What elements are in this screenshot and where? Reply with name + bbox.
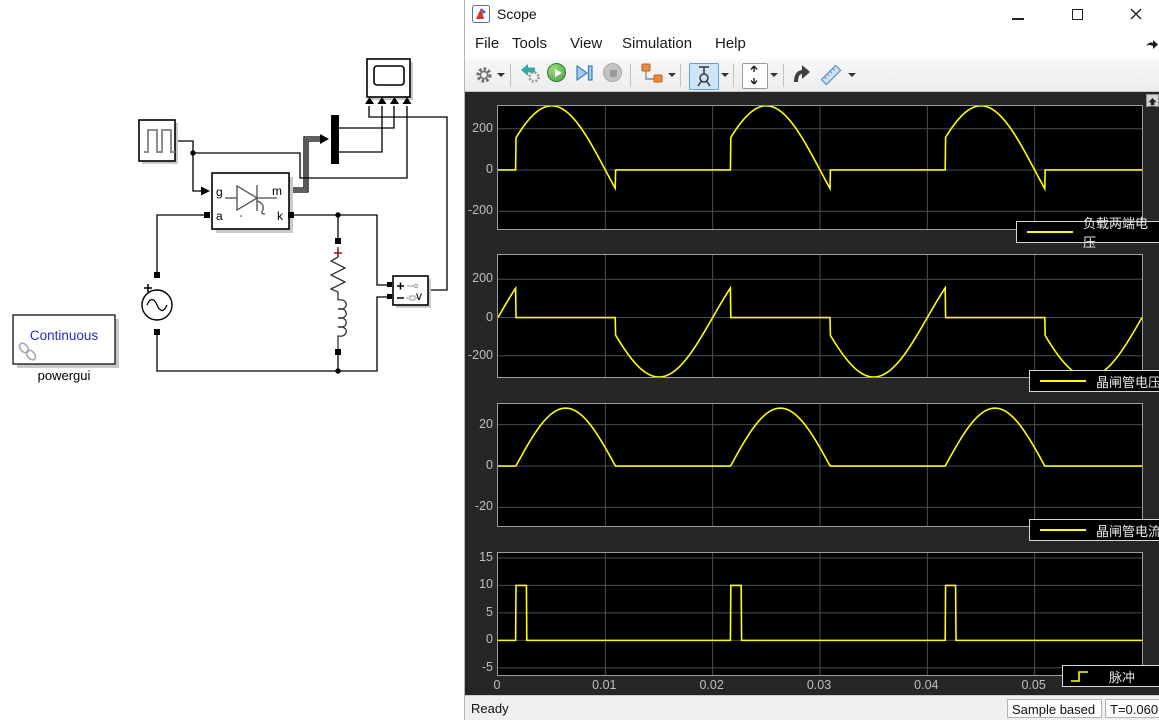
- demux-input-arrow: [320, 134, 329, 144]
- menu-bar: File Tools View Simulation Help: [465, 28, 1159, 59]
- legend-3[interactable]: 晶闸管电流: [1029, 519, 1159, 541]
- menu-help[interactable]: Help: [715, 35, 746, 52]
- legend-text: 晶闸管电流: [1096, 521, 1159, 540]
- thyristor-block[interactable]: g m a k: [204, 173, 294, 233]
- trigger-dropdown-caret[interactable]: [721, 73, 729, 77]
- scope-plot-2[interactable]: [497, 254, 1143, 378]
- scope-plot-4[interactable]: [497, 552, 1143, 676]
- pulse-generator-block[interactable]: [139, 120, 178, 164]
- ac-voltage-source-block[interactable]: [142, 272, 172, 335]
- sim-time-box: T=0.060: [1105, 699, 1159, 718]
- signal-topology-icon[interactable]: [640, 63, 664, 85]
- y-tick-label: 0: [465, 458, 493, 472]
- scale-y-axis-button[interactable]: [742, 63, 768, 89]
- demux-block[interactable]: [331, 115, 339, 164]
- series-rlc-branch-block[interactable]: [331, 238, 346, 355]
- legend-2[interactable]: 晶闸管电压: [1029, 370, 1159, 392]
- measurements-dropdown-caret[interactable]: [848, 73, 856, 77]
- expand-panel-button[interactable]: [1146, 94, 1159, 107]
- y-tick-label: 15: [465, 550, 493, 564]
- x-tick-label: 0.04: [904, 678, 948, 692]
- svg-text:m: m: [272, 184, 282, 198]
- scope-display-area[interactable]: 2000-200负载两端电压2000-200晶闸管电压200-20晶闸管电流15…: [465, 92, 1159, 695]
- legend-line-sample: [1040, 529, 1086, 531]
- y-tick-label: -20: [465, 499, 493, 513]
- settings-dropdown-caret[interactable]: [497, 73, 505, 77]
- stop-button-disabled[interactable]: [603, 63, 622, 82]
- scope-plot-1[interactable]: [497, 105, 1143, 230]
- step-forward-button[interactable]: [576, 63, 594, 83]
- scope-plot-3[interactable]: [497, 403, 1143, 527]
- close-button[interactable]: [1128, 6, 1144, 22]
- sample-mode-box: Sample based: [1007, 699, 1102, 718]
- legend-step-sample: [1069, 670, 1095, 683]
- y-tick-label: -5: [465, 660, 493, 674]
- x-tick-label: 0: [475, 678, 519, 692]
- status-text: Ready: [471, 701, 509, 716]
- y-tick-label: 200: [465, 121, 493, 135]
- toolbar: [465, 59, 1159, 92]
- voltage-measurement-block[interactable]: v: [387, 276, 431, 308]
- svg-text:v: v: [416, 289, 422, 303]
- minimize-button[interactable]: [1010, 6, 1026, 22]
- resistor-symbol: [331, 247, 345, 300]
- legend-text: 晶闸管电压: [1096, 372, 1159, 391]
- x-tick-label: 0.02: [690, 678, 734, 692]
- y-tick-label: 0: [465, 632, 493, 646]
- menu-simulation[interactable]: Simulation: [622, 35, 692, 52]
- svg-text:g: g: [216, 185, 223, 199]
- run-button[interactable]: [547, 63, 566, 82]
- y-tick-label: 10: [465, 577, 493, 591]
- powergui-block[interactable]: Continuous powergui: [13, 315, 119, 383]
- x-tick-label: 0.03: [797, 678, 841, 692]
- y-tick-label: -200: [465, 203, 493, 217]
- trigger-icon: [691, 65, 717, 88]
- legend-1[interactable]: 负载两端电压: [1016, 221, 1159, 243]
- y-tick-label: 0: [465, 162, 493, 176]
- scale-dropdown-caret[interactable]: [770, 73, 778, 77]
- legend-line-sample: [1027, 231, 1073, 233]
- x-tick-label: 0.01: [582, 678, 626, 692]
- trace-signal-arrow-icon[interactable]: [791, 63, 813, 85]
- svg-text:k: k: [277, 209, 284, 223]
- scope-app-icon: [472, 5, 490, 23]
- block-name-label: powergui: [38, 368, 91, 383]
- topology-dropdown-caret[interactable]: [668, 73, 676, 77]
- menu-file[interactable]: File: [475, 35, 499, 52]
- window-title: Scope: [497, 6, 537, 22]
- legend-line-sample: [1040, 380, 1086, 382]
- y-tick-label: 5: [465, 605, 493, 619]
- legend-text: 负载两端电压: [1083, 213, 1159, 251]
- menu-overflow-arrow-icon[interactable]: [1145, 38, 1159, 50]
- y-tick-label: 200: [465, 271, 493, 285]
- legend-4[interactable]: 脉冲: [1062, 665, 1159, 687]
- y-tick-label: 20: [465, 417, 493, 431]
- maximize-button[interactable]: [1070, 6, 1086, 22]
- simulink-model-canvas[interactable]: g m a k: [0, 0, 465, 720]
- svg-text:a: a: [216, 209, 223, 223]
- svg-text:Continuous: Continuous: [30, 328, 99, 343]
- menu-tools[interactable]: Tools: [512, 35, 547, 52]
- status-bar: Ready Sample based T=0.060: [465, 695, 1159, 720]
- gate-wire-arrow: [201, 187, 210, 196]
- title-bar[interactable]: Scope: [465, 0, 1159, 28]
- measurements-ruler-icon[interactable]: [818, 63, 844, 87]
- scale-y-axis-icon: [743, 64, 765, 86]
- inductor-symbol: [338, 300, 346, 349]
- trigger-button-active[interactable]: [689, 63, 719, 90]
- y-tick-label: -200: [465, 348, 493, 362]
- step-back-icon[interactable]: [520, 63, 542, 85]
- settings-gear-icon[interactable]: [474, 63, 494, 85]
- menu-view[interactable]: View: [570, 35, 602, 52]
- wires[interactable]: [157, 106, 447, 374]
- x-tick-label: 0.05: [1012, 678, 1056, 692]
- scope-block[interactable]: [365, 59, 413, 104]
- scope-window: Scope File Tools View Simulation Help: [465, 0, 1159, 720]
- y-tick-label: 0: [465, 310, 493, 324]
- legend-text: 脉冲: [1109, 667, 1135, 686]
